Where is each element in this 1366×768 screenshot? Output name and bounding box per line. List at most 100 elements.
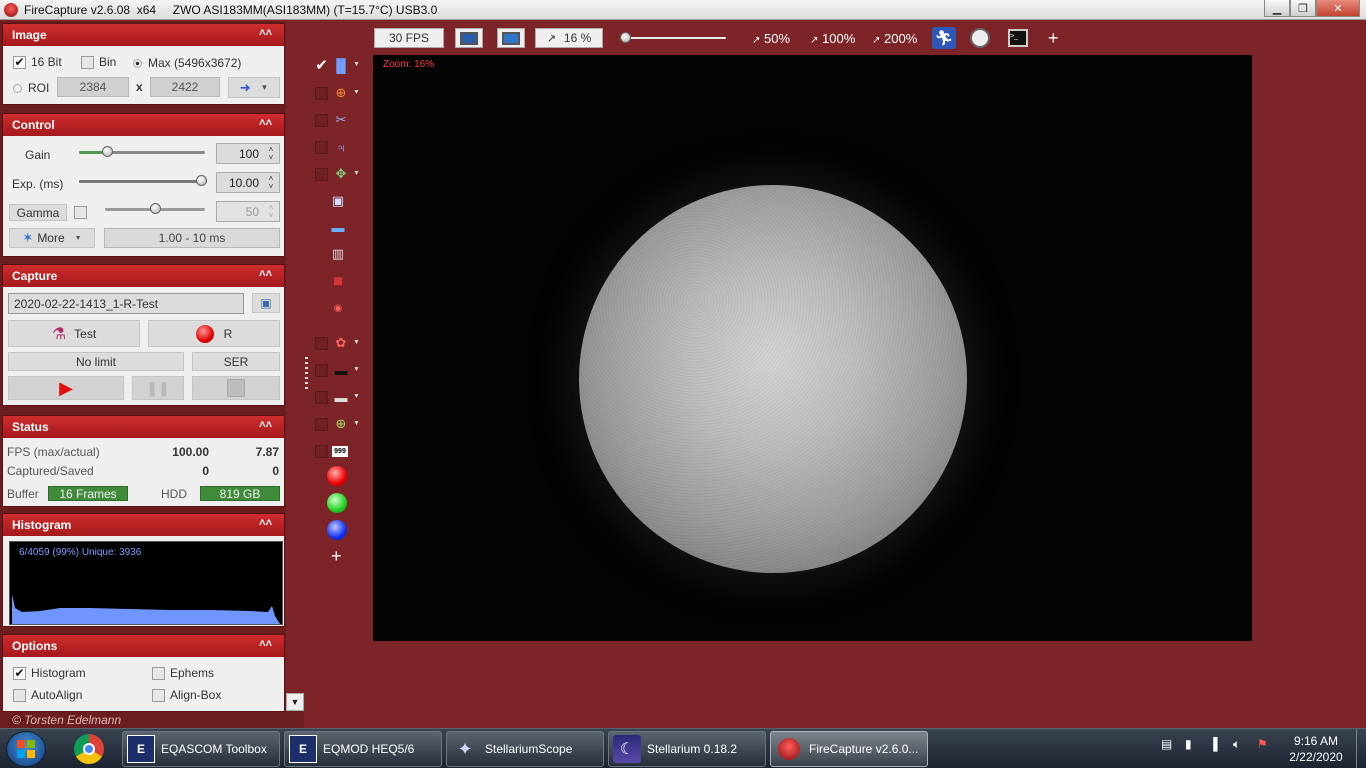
tool-delete[interactable]: ▥ <box>312 244 364 264</box>
roi-height-field[interactable]: 2422 <box>150 77 220 97</box>
flag-notification-icon[interactable]: ⚑ <box>1257 737 1268 751</box>
tool-green-filter[interactable] <box>312 493 364 513</box>
system-clock[interactable]: 9:16 AM 2/22/2020 <box>1282 733 1350 765</box>
image-panel-header[interactable]: Image ˄˄ <box>3 24 284 46</box>
histogram-option[interactable]: ✔ Histogram <box>13 666 86 680</box>
tool-red-filter[interactable] <box>312 466 364 486</box>
spinner-arrows-icon[interactable]: ˄ ˅ <box>266 175 276 191</box>
gain-slider[interactable] <box>79 145 205 159</box>
tool-histogram[interactable]: ✔ ▐▌ ▼ <box>312 55 364 75</box>
roi-apply-button[interactable]: ➜ ▼ <box>228 77 280 98</box>
runner-button[interactable]: 🏃︎ <box>932 27 956 49</box>
tool-cut[interactable]: ✂ <box>312 110 364 130</box>
gamma-spinner[interactable]: 50 ˄ ˅ <box>216 201 280 222</box>
tool-crosshair[interactable]: ⊕ ▼ <box>312 83 364 103</box>
tool-color[interactable]: ✿ ▼ <box>312 333 364 353</box>
capture-panel-header[interactable]: Capture ˄˄ <box>3 265 284 287</box>
zoom-50-button[interactable]: ↗ 50% <box>752 31 790 46</box>
spinner-arrows-icon[interactable]: ˄ ˅ <box>266 146 276 162</box>
slider-knob[interactable] <box>620 32 631 43</box>
show-desktop-button[interactable] <box>1356 729 1366 768</box>
chevron-down-icon[interactable]: ▼ <box>353 366 360 373</box>
exposure-slider[interactable] <box>79 174 207 188</box>
autoalign-option[interactable]: AutoAlign <box>13 688 82 702</box>
tool-reticle[interactable]: ⊕ ▼ <box>312 414 364 434</box>
spinner-arrows-icon[interactable]: ˄ ˅ <box>266 204 276 220</box>
tool-counter[interactable]: 999 <box>312 441 364 461</box>
action-center-icon[interactable]: ▤ <box>1161 737 1172 751</box>
gamma-button[interactable]: Gamma <box>9 204 67 221</box>
format-button[interactable]: SER <box>192 352 280 371</box>
scroll-down-icon[interactable]: ▼ <box>286 693 304 711</box>
collapse-chevron-icon[interactable]: ˄˄ <box>259 517 272 529</box>
pause-capture-button[interactable]: ❚❚ <box>132 376 184 400</box>
planet-tool-checkbox[interactable] <box>315 141 328 154</box>
collapse-chevron-icon[interactable]: ˄˄ <box>259 117 272 129</box>
zoom-100-button[interactable]: ↗ 100% <box>810 31 855 46</box>
tool-gradient[interactable]: ▬ ▼ <box>312 387 364 407</box>
add-toolbar-button[interactable]: + <box>1048 28 1059 49</box>
frame-limit-button[interactable]: No limit <box>8 352 184 371</box>
status-panel-header[interactable]: Status ˄˄ <box>3 416 284 438</box>
alignbox-checkbox[interactable] <box>152 688 165 702</box>
ephems-checkbox[interactable] <box>152 666 165 680</box>
slider-knob[interactable] <box>150 203 161 214</box>
gradient-tool-checkbox[interactable] <box>315 391 328 404</box>
capture-filename-field[interactable]: 2020-02-22-1413_1-R-Test <box>8 293 244 314</box>
alignbox-option[interactable]: Align-Box <box>152 688 221 702</box>
start-capture-button[interactable]: ▶ <box>8 376 124 400</box>
control-panel-header[interactable]: Control ˄˄ <box>3 114 284 136</box>
taskbar-item-eqascom[interactable]: E EQASCOM Toolbox <box>122 731 280 767</box>
record-timer-button[interactable] <box>968 27 992 49</box>
restore-button[interactable]: ❐ <box>1290 0 1316 17</box>
zoom-slider[interactable] <box>620 31 726 45</box>
snapshot-button[interactable]: ▣ <box>252 293 280 313</box>
console-button[interactable]: >_ <box>1006 27 1030 49</box>
network-signal-icon[interactable]: ▐ <box>1209 737 1218 751</box>
bin-checkbox[interactable] <box>81 55 94 69</box>
collapse-chevron-icon[interactable]: ˄˄ <box>259 419 272 431</box>
max-radio[interactable] <box>133 58 142 68</box>
max-resolution-option[interactable]: Max (5496x3672) <box>133 56 241 70</box>
power-icon[interactable]: ▮ <box>1185 737 1192 751</box>
start-button[interactable] <box>6 731 46 767</box>
exposure-range-field[interactable]: 1.00 - 10 ms <box>104 228 280 248</box>
taskbar-item-stellarium[interactable]: ☾ Stellarium 0.18.2 <box>608 731 766 767</box>
tool-black-level[interactable]: ▬ ▼ <box>312 360 364 380</box>
chevron-down-icon[interactable]: ▼ <box>353 339 360 346</box>
close-button[interactable]: ✕ <box>1316 0 1360 17</box>
chevron-down-icon[interactable]: ▼ <box>353 170 360 177</box>
histogram-panel-header[interactable]: Histogram ˄˄ <box>3 514 284 536</box>
chevron-down-icon[interactable]: ▼ <box>353 393 360 400</box>
zoom-200-button[interactable]: ↗ 200% <box>872 31 917 46</box>
counter-tool-checkbox[interactable] <box>315 445 328 458</box>
volume-icon[interactable]: 🔈︎ <box>1233 737 1240 752</box>
chevron-down-icon[interactable]: ▼ <box>353 89 360 96</box>
add-filter-button[interactable]: + <box>331 546 342 567</box>
zoom-display[interactable]: ↗ 16 % <box>535 28 603 48</box>
window-view-button[interactable] <box>497 28 525 48</box>
options-panel-header[interactable]: Options ˄˄ <box>3 635 284 657</box>
tool-save-profile[interactable]: ▣ <box>312 191 364 211</box>
splitter-handle[interactable] <box>305 357 308 391</box>
fps-display[interactable]: 30 FPS <box>374 28 444 48</box>
bit16-option[interactable]: ✔ 16 Bit <box>13 55 62 69</box>
chrome-pinned-button[interactable] <box>66 731 112 767</box>
filter-button[interactable]: R <box>148 320 280 347</box>
minimize-button[interactable]: ▁ <box>1264 0 1290 17</box>
reticle-tool-checkbox[interactable] <box>315 418 328 431</box>
crosshair-tool-checkbox[interactable] <box>315 87 328 100</box>
tool-planet[interactable]: ♃ <box>312 137 364 157</box>
roi-width-field[interactable]: 2384 <box>57 77 129 97</box>
stop-capture-button[interactable] <box>192 376 280 400</box>
left-panel-scrollbar[interactable]: ▼ <box>286 21 304 711</box>
gamma-checkbox[interactable] <box>74 206 87 219</box>
cut-tool-checkbox[interactable] <box>315 114 328 127</box>
test-capture-button[interactable]: ⚗ Test <box>8 320 140 347</box>
more-button[interactable]: ✶ More ▼ <box>9 228 95 248</box>
histogram-checkbox[interactable]: ✔ <box>13 666 26 680</box>
histogram-tool-checkbox[interactable]: ✔ <box>315 58 328 73</box>
gamma-slider[interactable] <box>105 202 205 216</box>
bin-option[interactable]: Bin <box>81 55 116 69</box>
tool-align[interactable]: ✥ ▼ <box>312 164 364 184</box>
